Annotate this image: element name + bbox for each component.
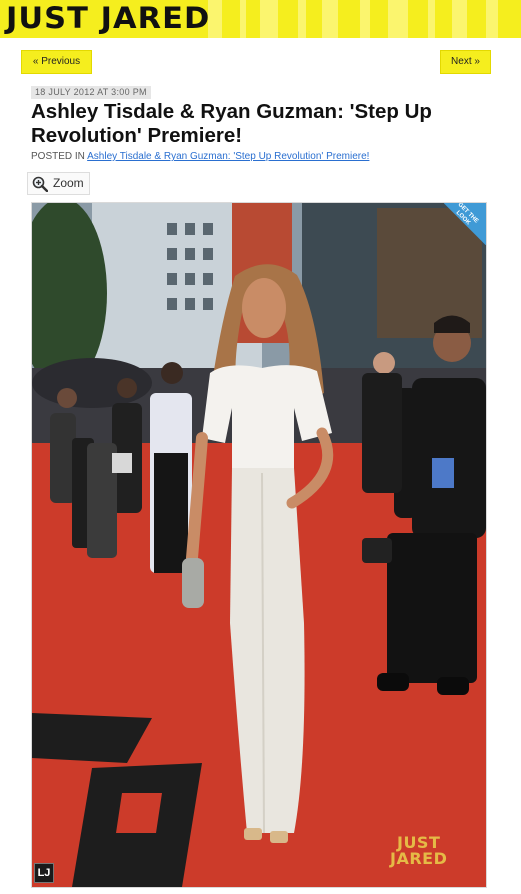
watermark-line2: JARED — [390, 849, 448, 868]
post-title: Ashley Tisdale & Ryan Guzman: 'Step Up R… — [31, 100, 432, 147]
just-jared-watermark: JUST JARED — [390, 835, 447, 867]
next-button[interactable]: Next » — [440, 50, 491, 74]
premiere-photo-scene — [32, 203, 486, 887]
site-logo[interactable]: JUST JARED — [6, 1, 210, 35]
masthead-stripes — [200, 0, 521, 38]
get-the-look-tag[interactable]: GET THE LOOK — [444, 203, 486, 245]
zoom-label: Zoom — [53, 176, 84, 190]
post-date: 18 JULY 2012 AT 3:00 PM — [31, 86, 151, 99]
lj-badge-icon[interactable]: LJ — [34, 863, 54, 883]
magnifier-plus-icon — [32, 176, 48, 192]
posted-in: POSTED IN Ashley Tisdale & Ryan Guzman: … — [31, 151, 369, 162]
previous-button[interactable]: « Previous — [21, 50, 92, 74]
zoom-button[interactable]: Zoom — [27, 172, 90, 195]
posted-in-label: POSTED IN — [31, 151, 85, 162]
masthead: JUST JARED — [0, 0, 521, 38]
category-link[interactable]: Ashley Tisdale & Ryan Guzman: 'Step Up R… — [87, 151, 369, 162]
post-photo[interactable]: GET THE LOOK JUST JARED LJ — [31, 202, 487, 888]
